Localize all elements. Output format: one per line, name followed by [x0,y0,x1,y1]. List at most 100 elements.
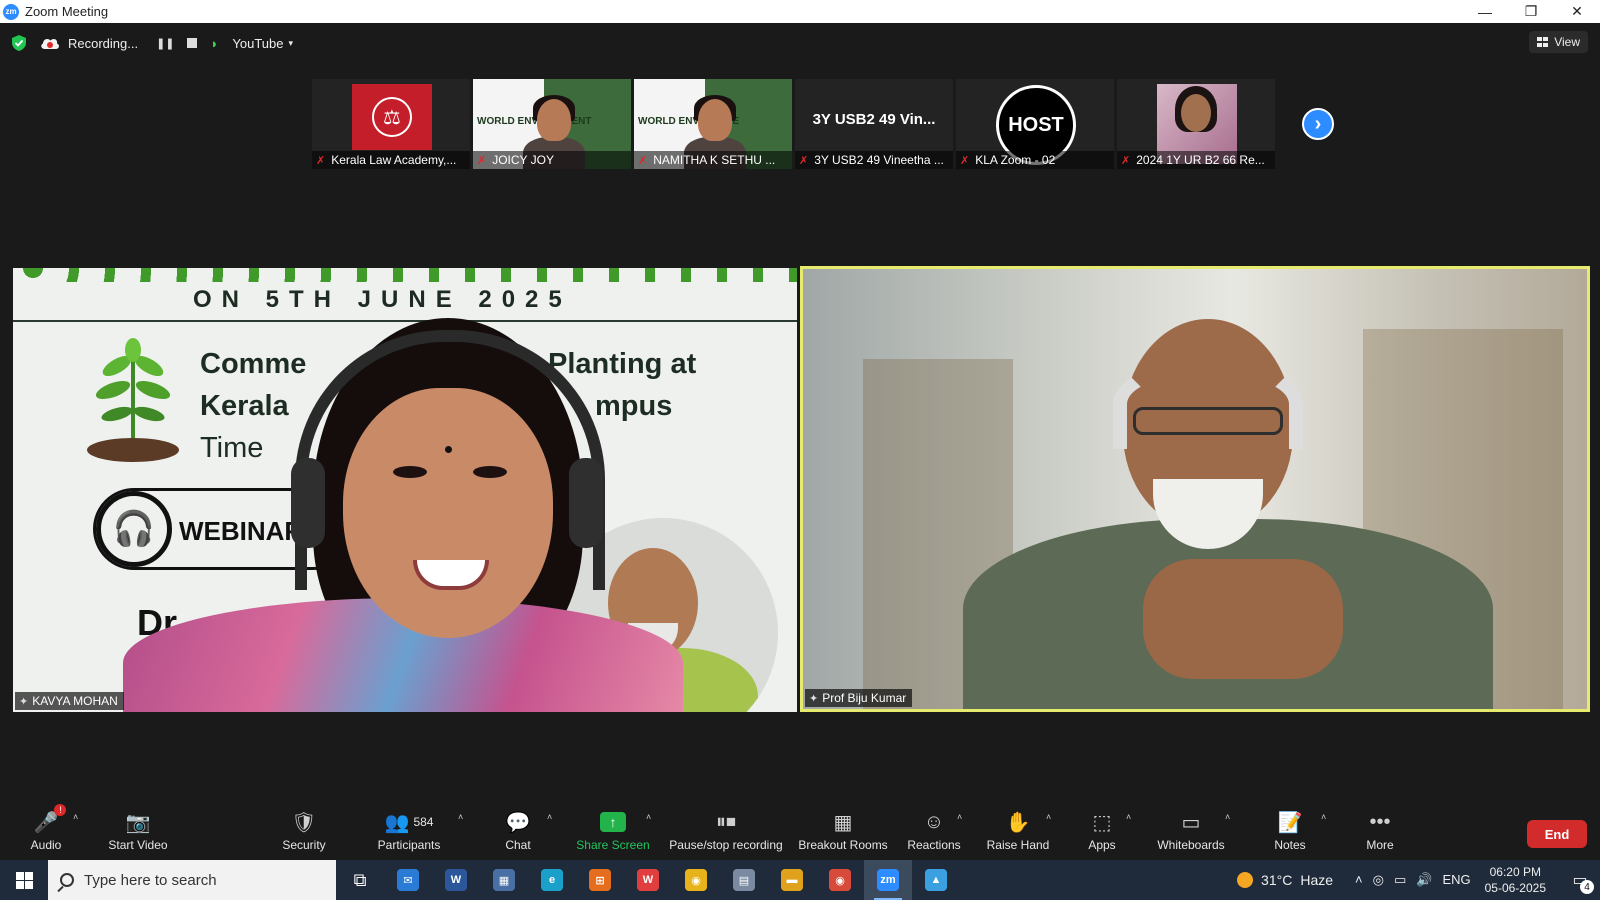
notes-button[interactable]: 📝 Notes [1270,800,1310,858]
taskbar-app-chrome[interactable]: ◉ [672,860,720,900]
taskbar-app-wps[interactable]: W [624,860,672,900]
taskbar-app-chrome-profile[interactable]: ◉ [816,860,864,900]
taskbar-app-mail[interactable]: ✉ [384,860,432,900]
notes-options-caret[interactable]: ˄ [1321,812,1326,822]
poster-time-label: Time [200,432,264,464]
security-label: Security [282,838,326,852]
search-placeholder: Type here to search [84,871,217,889]
taskbar-app-photos[interactable]: ▲ [912,860,960,900]
taskbar-app-zoom[interactable]: zm [864,860,912,900]
restore-button[interactable]: ❐ [1508,0,1554,23]
participant-thumbnail[interactable]: WORLD ENVIRONMENT ✗ JOICY JOY [473,79,631,169]
share-screen-button[interactable]: ↑ Share Screen [576,800,650,858]
poster-date: ON 5TH JUNE 2025 [193,286,572,313]
spotlight-icon: ✦ [19,695,29,708]
raise-hand-button[interactable]: ✋ Raise Hand [986,800,1050,858]
chat-options-caret[interactable]: ˄ [547,812,552,822]
pause-recording-button[interactable]: ❚❚ [156,37,174,50]
weather-sun-icon [1237,872,1254,888]
mic-muted-icon: ✗ [638,154,648,167]
pause-stop-icon: ⏸⏹ [716,810,736,833]
mic-muted-icon: ✗ [1121,154,1131,167]
taskbar-search-box[interactable]: Type here to search [48,860,336,900]
apps-button[interactable]: ⬚ Apps [1086,800,1118,858]
share-options-caret[interactable]: ˄ [646,812,651,822]
taskbar-app-store[interactable]: ⊞ [576,860,624,900]
participant-name: 2024 1Y UR B2 66 Re... [1136,153,1265,167]
poster-leaf-border [13,268,797,282]
whiteboards-options-caret[interactable]: ˄ [1225,812,1230,822]
participants-icon: 👥 584 [384,811,434,834]
whiteboards-button[interactable]: ▭ Whiteboards [1154,800,1228,858]
taskbar-app-word[interactable]: W [432,860,480,900]
close-button[interactable]: ✕ [1554,0,1600,23]
headphone-earcup [569,458,603,548]
more-button[interactable]: ••• More [1362,800,1398,858]
start-video-button[interactable]: 📷 Start Video [104,800,172,858]
network-icon[interactable]: ▭ [1394,872,1406,888]
participants-options-caret[interactable]: ˄ [458,812,463,822]
notifications-button[interactable]: ▭ 4 [1560,860,1600,900]
breakout-rooms-button[interactable]: ▦ Breakout Rooms [798,800,888,858]
encryption-shield-icon[interactable] [12,35,26,51]
participants-button[interactable]: 👥 584 Participants [374,800,444,858]
end-meeting-button[interactable]: End [1527,820,1587,848]
minimize-button[interactable]: — [1462,0,1508,23]
participant-name: JOICY JOY [492,153,555,167]
audio-options-caret[interactable]: ˄ [73,812,78,822]
taskbar-app-calculator[interactable]: ▦ [480,860,528,900]
meet-now-icon[interactable]: ◎ [1373,872,1384,888]
taskbar-app-files[interactable]: ▤ [720,860,768,900]
input-language[interactable]: ENG [1442,872,1470,888]
reactions-options-caret[interactable]: ˄ [957,812,962,822]
notes-label: Notes [1274,838,1306,852]
taskbar-app-explorer[interactable]: ▬ [768,860,816,900]
live-stream-icon: ◗ [210,35,219,51]
thumbnail-nameplate: ✗ KLA Zoom - 02 [956,151,1114,169]
calculator-icon: ▦ [493,869,515,891]
breakout-rooms-label: Breakout Rooms [798,838,888,852]
taskbar-app-edge[interactable]: e [528,860,576,900]
task-view-button[interactable]: ⧉ [336,860,384,900]
participant-thumbnail[interactable]: ⚖ ✗ Kerala Law Academy,... [312,79,470,169]
participant-thumbnail[interactable]: ✗ 2024 1Y UR B2 66 Re... [1117,79,1275,169]
mic-muted-icon: ✗ [477,154,487,167]
weather-temperature: 31°C [1261,872,1293,888]
chat-button[interactable]: 💬 Chat [500,800,536,858]
more-dots-icon: ••• [1369,810,1391,833]
view-button[interactable]: View [1529,31,1588,53]
weather-condition: Haze [1300,872,1334,888]
video-tile-kavya-mohan[interactable]: ON 5TH JUNE 2025 Comme Planting at Keral… [13,268,797,712]
taskbar-clock[interactable]: 06:20 PM 05-06-2025 [1485,864,1546,896]
microphone-icon: 🎤! [34,804,67,834]
security-button[interactable]: 🛡 Security [278,800,330,858]
video-tile-prof-biju-kumar[interactable]: ✦ Prof Biju Kumar [800,266,1590,712]
mic-muted-icon: ✗ [960,154,970,167]
reactions-button[interactable]: ☺ Reactions [906,800,962,858]
volume-icon[interactable]: 🔊 [1416,872,1432,888]
stream-target-dropdown[interactable]: YouTube [232,36,283,51]
raise-hand-options-caret[interactable]: ˄ [1046,812,1051,822]
next-page-button[interactable]: › [1302,108,1334,140]
participant-name: NAMITHA K SETHU ... [653,153,776,167]
weather-widget[interactable]: 31°C Haze [1237,872,1333,888]
more-label: More [1366,838,1394,852]
share-screen-icon-wrap: ↑ [600,810,626,834]
chevron-down-icon[interactable]: ▾ [288,38,293,49]
show-hidden-icons-chevron-icon[interactable]: ˄ [1355,872,1363,888]
video-off-icon: 📷 [125,811,151,834]
view-label: View [1554,35,1580,49]
shield-icon: 🛡 [291,811,317,834]
clock-date: 05-06-2025 [1484,881,1546,895]
stop-recording-button[interactable] [186,38,197,48]
pause-stop-recording-button[interactable]: ⏸⏹ Pause/stop recording [668,800,784,858]
audio-button[interactable]: 🎤! Audio [24,800,68,858]
participant-thumbnail[interactable]: 3Y USB2 49 Vin... ✗ 3Y USB2 49 Vineetha .… [795,79,953,169]
zoom-icon: zm [877,869,899,891]
thumbnail-nameplate: ✗ 3Y USB2 49 Vineetha ... [795,151,953,169]
apps-options-caret[interactable]: ˄ [1126,812,1131,822]
participant-thumbnail[interactable]: WORLD ENVIRONME ✗ NAMITHA K SETHU ... [634,79,792,169]
search-icon [60,873,74,887]
start-button[interactable] [0,860,48,900]
participant-thumbnail[interactable]: HOST ✗ KLA Zoom - 02 [956,79,1114,169]
